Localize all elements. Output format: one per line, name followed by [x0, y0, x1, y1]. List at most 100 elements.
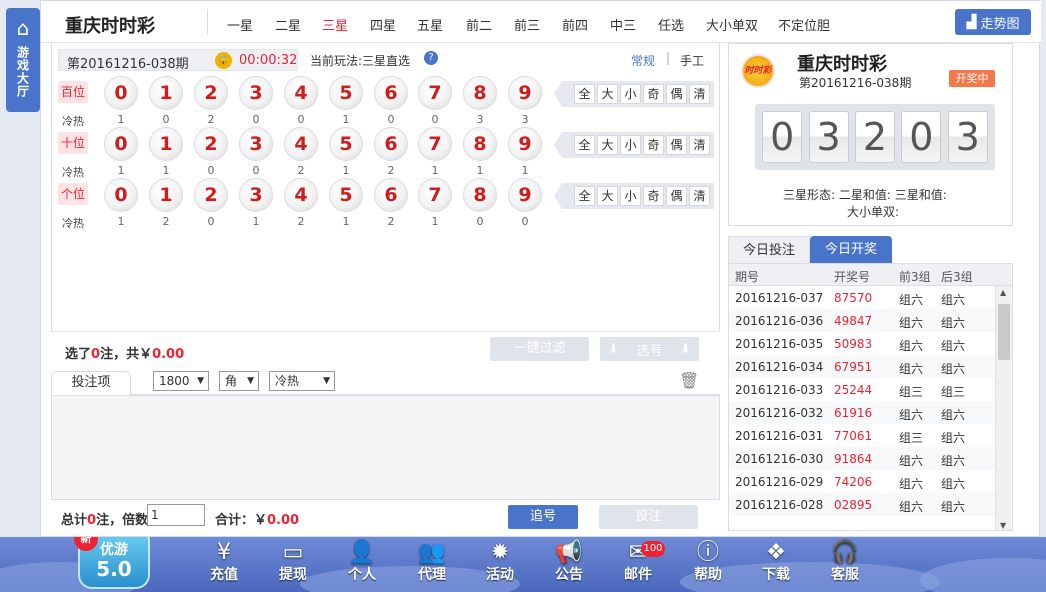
tab-today-bets[interactable]: 今日投注	[728, 236, 810, 264]
nav-three-star[interactable]: 三星	[322, 15, 348, 34]
number-ball[interactable]: 5	[329, 178, 363, 212]
number-ball[interactable]: 2	[194, 178, 228, 212]
trash-icon[interactable]: 🗑	[679, 371, 699, 390]
hot-cold-value: 0	[162, 113, 170, 126]
number-ball[interactable]: 4	[284, 76, 318, 110]
unit-select[interactable]: 角 ▼	[219, 371, 259, 391]
number-ball[interactable]: 5	[329, 76, 363, 110]
current-play-mode: 当前玩法:三星直选	[310, 54, 411, 68]
quick-filter-button[interactable]: 全	[574, 186, 595, 206]
number-ball[interactable]: 6	[374, 178, 408, 212]
nav-front-three[interactable]: 前三	[514, 15, 540, 34]
draw-status-badge: 开奖中	[949, 70, 995, 87]
quick-filter-button[interactable]: 小	[620, 186, 641, 206]
quick-filter-button[interactable]: 大	[597, 135, 618, 155]
activity-button[interactable]: ✹ 活动	[471, 539, 529, 589]
bet-list-area[interactable]	[51, 395, 720, 500]
number-ball[interactable]: 7	[418, 127, 452, 161]
quick-filter-button[interactable]: 偶	[666, 186, 687, 206]
result-title: 重庆时时彩	[797, 54, 887, 75]
tab-bet-items[interactable]: 投注项	[51, 371, 131, 395]
mode-normal-link[interactable]: 常规	[631, 52, 655, 69]
nav-four-star[interactable]: 四星	[370, 15, 396, 34]
number-ball[interactable]: 2	[194, 127, 228, 161]
number-ball[interactable]: 5	[329, 127, 363, 161]
hot-cold-value: 2	[207, 113, 215, 126]
quick-filter-group: 全大小奇偶清	[554, 81, 714, 107]
recharge-button[interactable]: ¥ 充值	[195, 539, 253, 589]
quick-filter-button[interactable]: 全	[574, 135, 595, 155]
number-ball[interactable]: 8	[463, 127, 497, 161]
agent-button[interactable]: 👥 代理	[403, 539, 461, 589]
download-button[interactable]: ❖ 下载	[747, 539, 805, 589]
number-ball[interactable]: 3	[239, 76, 273, 110]
trend-chart-button[interactable]: ▟ 走势图	[955, 9, 1031, 35]
nav-five-star[interactable]: 五星	[417, 15, 443, 34]
personal-button[interactable]: 👤 个人	[333, 539, 391, 589]
nav-one-star[interactable]: 一星	[227, 15, 253, 34]
quick-filter-button[interactable]: 奇	[643, 186, 664, 206]
tab-today-draws[interactable]: 今日开奖	[810, 236, 892, 264]
number-ball[interactable]: 0	[104, 178, 138, 212]
pick-number-button[interactable]: ⬇ 选号 ⬇	[600, 337, 699, 361]
nav-front-two[interactable]: 前二	[466, 15, 492, 34]
number-ball[interactable]: 6	[374, 127, 408, 161]
quick-filter-button[interactable]: 小	[620, 135, 641, 155]
history-scrollbar[interactable]: ▲ ▼	[995, 286, 1012, 530]
quick-filter-button[interactable]: 清	[689, 135, 710, 155]
quick-filter-button[interactable]: 偶	[666, 84, 687, 104]
customer-service-button[interactable]: 🎧 客服	[816, 539, 874, 589]
quick-filter-button[interactable]: 奇	[643, 135, 664, 155]
quick-filter-button[interactable]: 奇	[643, 84, 664, 104]
size-odd-even: 大小单双:	[847, 205, 900, 219]
selected-amount: 0.00	[152, 347, 185, 362]
number-ball[interactable]: 0	[104, 76, 138, 110]
help-icon[interactable]: ?	[424, 51, 438, 65]
chase-number-button[interactable]: 追号	[508, 505, 578, 529]
help-button[interactable]: ⓘ 帮助	[679, 539, 737, 589]
nav-size-odd-even[interactable]: 大小单双	[706, 15, 758, 34]
number-ball[interactable]: 9	[508, 76, 542, 110]
nav-middle-three[interactable]: 中三	[610, 15, 636, 34]
hot-cold-select[interactable]: 冷热 ▼	[269, 371, 335, 391]
number-ball[interactable]: 4	[284, 127, 318, 161]
amount-select[interactable]: 1800 ▼	[153, 371, 209, 391]
number-ball[interactable]: 1	[149, 127, 183, 161]
hot-cold-label: 冷热	[62, 217, 84, 230]
number-ball[interactable]: 3	[239, 127, 273, 161]
number-ball[interactable]: 2	[194, 76, 228, 110]
nav-unfixed[interactable]: 不定位胆	[778, 15, 830, 34]
quick-filter-button[interactable]: 小	[620, 84, 641, 104]
place-bet-button[interactable]: 投注	[599, 505, 698, 529]
number-ball[interactable]: 0	[104, 127, 138, 161]
quick-filter-button[interactable]: 大	[597, 84, 618, 104]
number-ball[interactable]: 6	[374, 76, 408, 110]
number-ball[interactable]: 1	[149, 178, 183, 212]
number-ball[interactable]: 8	[463, 178, 497, 212]
number-ball[interactable]: 4	[284, 178, 318, 212]
quick-filter-button[interactable]: 清	[689, 186, 710, 206]
mode-manual-link[interactable]: 手工	[680, 52, 704, 69]
quick-filter-button[interactable]: 偶	[666, 135, 687, 155]
quick-filter-button[interactable]: 大	[597, 186, 618, 206]
quick-filter-button[interactable]: 全	[574, 84, 595, 104]
withdraw-button[interactable]: ▭ 提现	[264, 539, 322, 589]
number-ball[interactable]: 9	[508, 127, 542, 161]
multiplier-input[interactable]: 1	[147, 504, 205, 526]
nav-front-four[interactable]: 前四	[562, 15, 588, 34]
game-lobby-button[interactable]: ⌂ 游戏大厅	[6, 8, 40, 112]
number-ball[interactable]: 7	[418, 76, 452, 110]
quick-filter-button[interactable]: 清	[689, 84, 710, 104]
number-ball[interactable]: 8	[463, 76, 497, 110]
nav-two-star[interactable]: 二星	[275, 15, 301, 34]
number-ball[interactable]: 1	[149, 76, 183, 110]
nav-optional[interactable]: 任选	[658, 15, 684, 34]
history-front3: 组六	[899, 293, 924, 307]
number-ball[interactable]: 9	[508, 178, 542, 212]
notice-button[interactable]: 📢 公告	[540, 539, 598, 589]
number-ball[interactable]: 7	[418, 178, 452, 212]
history-front3: 组三	[899, 385, 924, 399]
col-front3: 前3组	[899, 270, 931, 284]
one-click-filter-button[interactable]: 一键过滤	[490, 337, 589, 361]
number-ball[interactable]: 3	[239, 178, 273, 212]
